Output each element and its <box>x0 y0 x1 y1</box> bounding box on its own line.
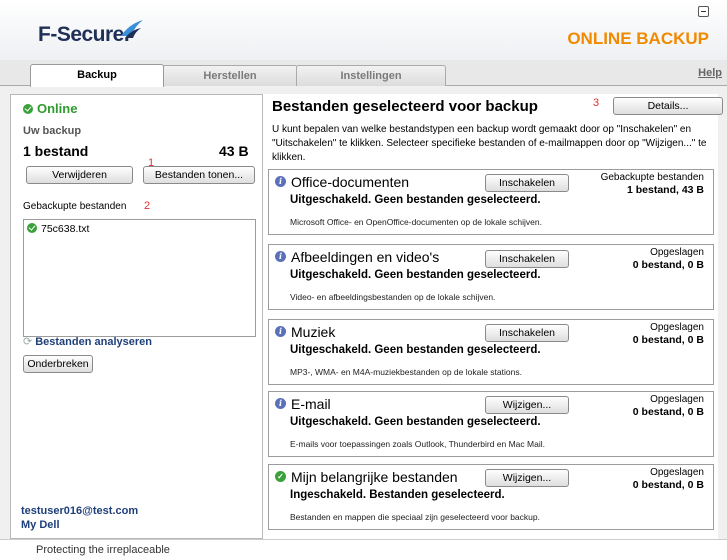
selected-files-panel: Bestanden geselecteerd voor backup 3 Det… <box>263 94 723 539</box>
category-images-videos: i Afbeeldingen en video's Inschakelen Ui… <box>268 244 714 310</box>
category-email: i E-mail Wijzigen... Uitgeschakeld. Geen… <box>268 391 714 457</box>
category-title: Mijn belangrijke bestanden <box>291 469 458 485</box>
info-icon: i <box>275 176 286 187</box>
category-stat-label: Opgeslagen <box>650 394 704 405</box>
category-title: Afbeeldingen en video's <box>291 249 440 265</box>
tab-bar: Backup Herstellen Instellingen Help <box>0 60 727 87</box>
list-item[interactable]: 75c638.txt <box>27 223 89 235</box>
annotation-marker-3: 3 <box>593 97 600 109</box>
category-stat-value: 0 bestand, 0 B <box>632 479 704 491</box>
info-icon: i <box>275 398 286 409</box>
footer-tagline: Protecting the irreplaceable <box>36 544 170 556</box>
app-header: F-Secure. ONLINE BACKUP <box>0 0 727 60</box>
account-email[interactable]: testuser016@test.com <box>21 505 138 517</box>
change-email-button[interactable]: Wijzigen... <box>485 396 569 414</box>
category-state: Uitgeschakeld. Geen bestanden geselectee… <box>290 269 541 281</box>
backup-file-count: 1 bestand <box>23 143 89 159</box>
category-title: E-mail <box>291 396 331 412</box>
show-files-button[interactable]: Bestanden tonen... <box>143 166 255 184</box>
category-stat-value: 1 bestand, 43 B <box>626 184 704 196</box>
backup-heading: Uw backup <box>23 125 82 137</box>
category-stat-value: 0 bestand, 0 B <box>632 259 704 271</box>
selection-description: U kunt bepalen van welke bestandstypen e… <box>272 124 707 163</box>
enable-office-button[interactable]: Inschakelen <box>485 174 569 192</box>
category-note: Bestanden en mappen die speciaal zijn ge… <box>290 512 540 522</box>
enable-music-button[interactable]: Inschakelen <box>485 324 569 342</box>
file-check-icon <box>27 223 37 233</box>
info-icon: i <box>275 251 286 262</box>
status-text: Online <box>37 101 78 116</box>
analyze-files-status: ⟳ Bestanden analyseren <box>23 335 152 348</box>
category-title: Muziek <box>291 324 336 340</box>
page-title: Bestanden geselecteerd voor backup <box>272 98 538 115</box>
category-state: Ingeschakeld. Bestanden geselecteerd. <box>290 489 505 501</box>
tab-herstellen[interactable]: Herstellen <box>162 65 298 86</box>
category-stat-label: Opgeslagen <box>650 247 704 258</box>
enable-images-button[interactable]: Inschakelen <box>485 250 569 268</box>
info-icon: i <box>275 326 286 337</box>
category-state: Uitgeschakeld. Geen bestanden geselectee… <box>290 344 541 356</box>
refresh-icon: ⟳ <box>23 336 33 348</box>
logo-swoosh-icon <box>121 20 143 38</box>
backup-file-size: 43 B <box>219 143 249 159</box>
backup-summary-panel: Online Uw backup 1 bestand 43 B Verwijde… <box>10 94 263 539</box>
category-note: MP3-, WMA- en M4A-muziekbestanden op de … <box>290 367 522 377</box>
details-button[interactable]: Details... <box>613 97 723 115</box>
product-name: ONLINE BACKUP <box>567 29 709 48</box>
footer-bar: Protecting the irreplaceable <box>0 539 727 560</box>
category-music: i Muziek Inschakelen Uitgeschakeld. Geen… <box>268 319 714 385</box>
file-name: 75c638.txt <box>41 223 90 235</box>
account-name[interactable]: My Dell <box>21 519 60 531</box>
category-stat-label: Opgeslagen <box>650 467 704 478</box>
annotation-marker-1: 1 <box>148 157 155 169</box>
app-logo: F-Secure. <box>38 23 130 46</box>
category-important-files: ✓ Mijn belangrijke bestanden Wijzigen...… <box>268 464 714 530</box>
category-stat-label: Opgeslagen <box>650 322 704 333</box>
online-status-icon <box>23 104 33 114</box>
category-stat-value: 0 bestand, 0 B <box>632 334 704 346</box>
help-link[interactable]: Help <box>698 67 722 79</box>
annotation-marker-2: 2 <box>144 200 151 212</box>
status-online: Online <box>23 101 77 116</box>
tab-instellingen[interactable]: Instellingen <box>296 65 446 86</box>
category-state: Uitgeschakeld. Geen bestanden geselectee… <box>290 416 541 428</box>
minimize-button[interactable] <box>698 6 709 17</box>
check-icon: ✓ <box>275 471 286 482</box>
analyze-files-label: Bestanden analyseren <box>35 336 152 348</box>
backed-up-files-label: Gebackupte bestanden <box>23 201 127 212</box>
category-stat-value: 0 bestand, 0 B <box>632 406 704 418</box>
tab-backup[interactable]: Backup <box>30 64 164 87</box>
backed-up-files-list[interactable]: 75c638.txt <box>23 219 256 337</box>
change-important-files-button[interactable]: Wijzigen... <box>485 469 569 487</box>
category-stat-label: Gebackupte bestanden <box>600 172 704 183</box>
category-office-documents: i Office-documenten Inschakelen Uitgesch… <box>268 169 714 235</box>
category-title: Office-documenten <box>291 174 410 190</box>
category-note: Video- en afbeeldingsbestanden op de lok… <box>290 292 496 302</box>
category-note: Microsoft Office- en OpenOffice-document… <box>290 217 542 227</box>
category-note: E-mails voor toepassingen zoals Outlook,… <box>290 439 545 449</box>
delete-button[interactable]: Verwijderen <box>26 166 133 184</box>
category-state: Uitgeschakeld. Geen bestanden geselectee… <box>290 194 541 206</box>
interrupt-button[interactable]: Onderbreken <box>23 355 93 373</box>
